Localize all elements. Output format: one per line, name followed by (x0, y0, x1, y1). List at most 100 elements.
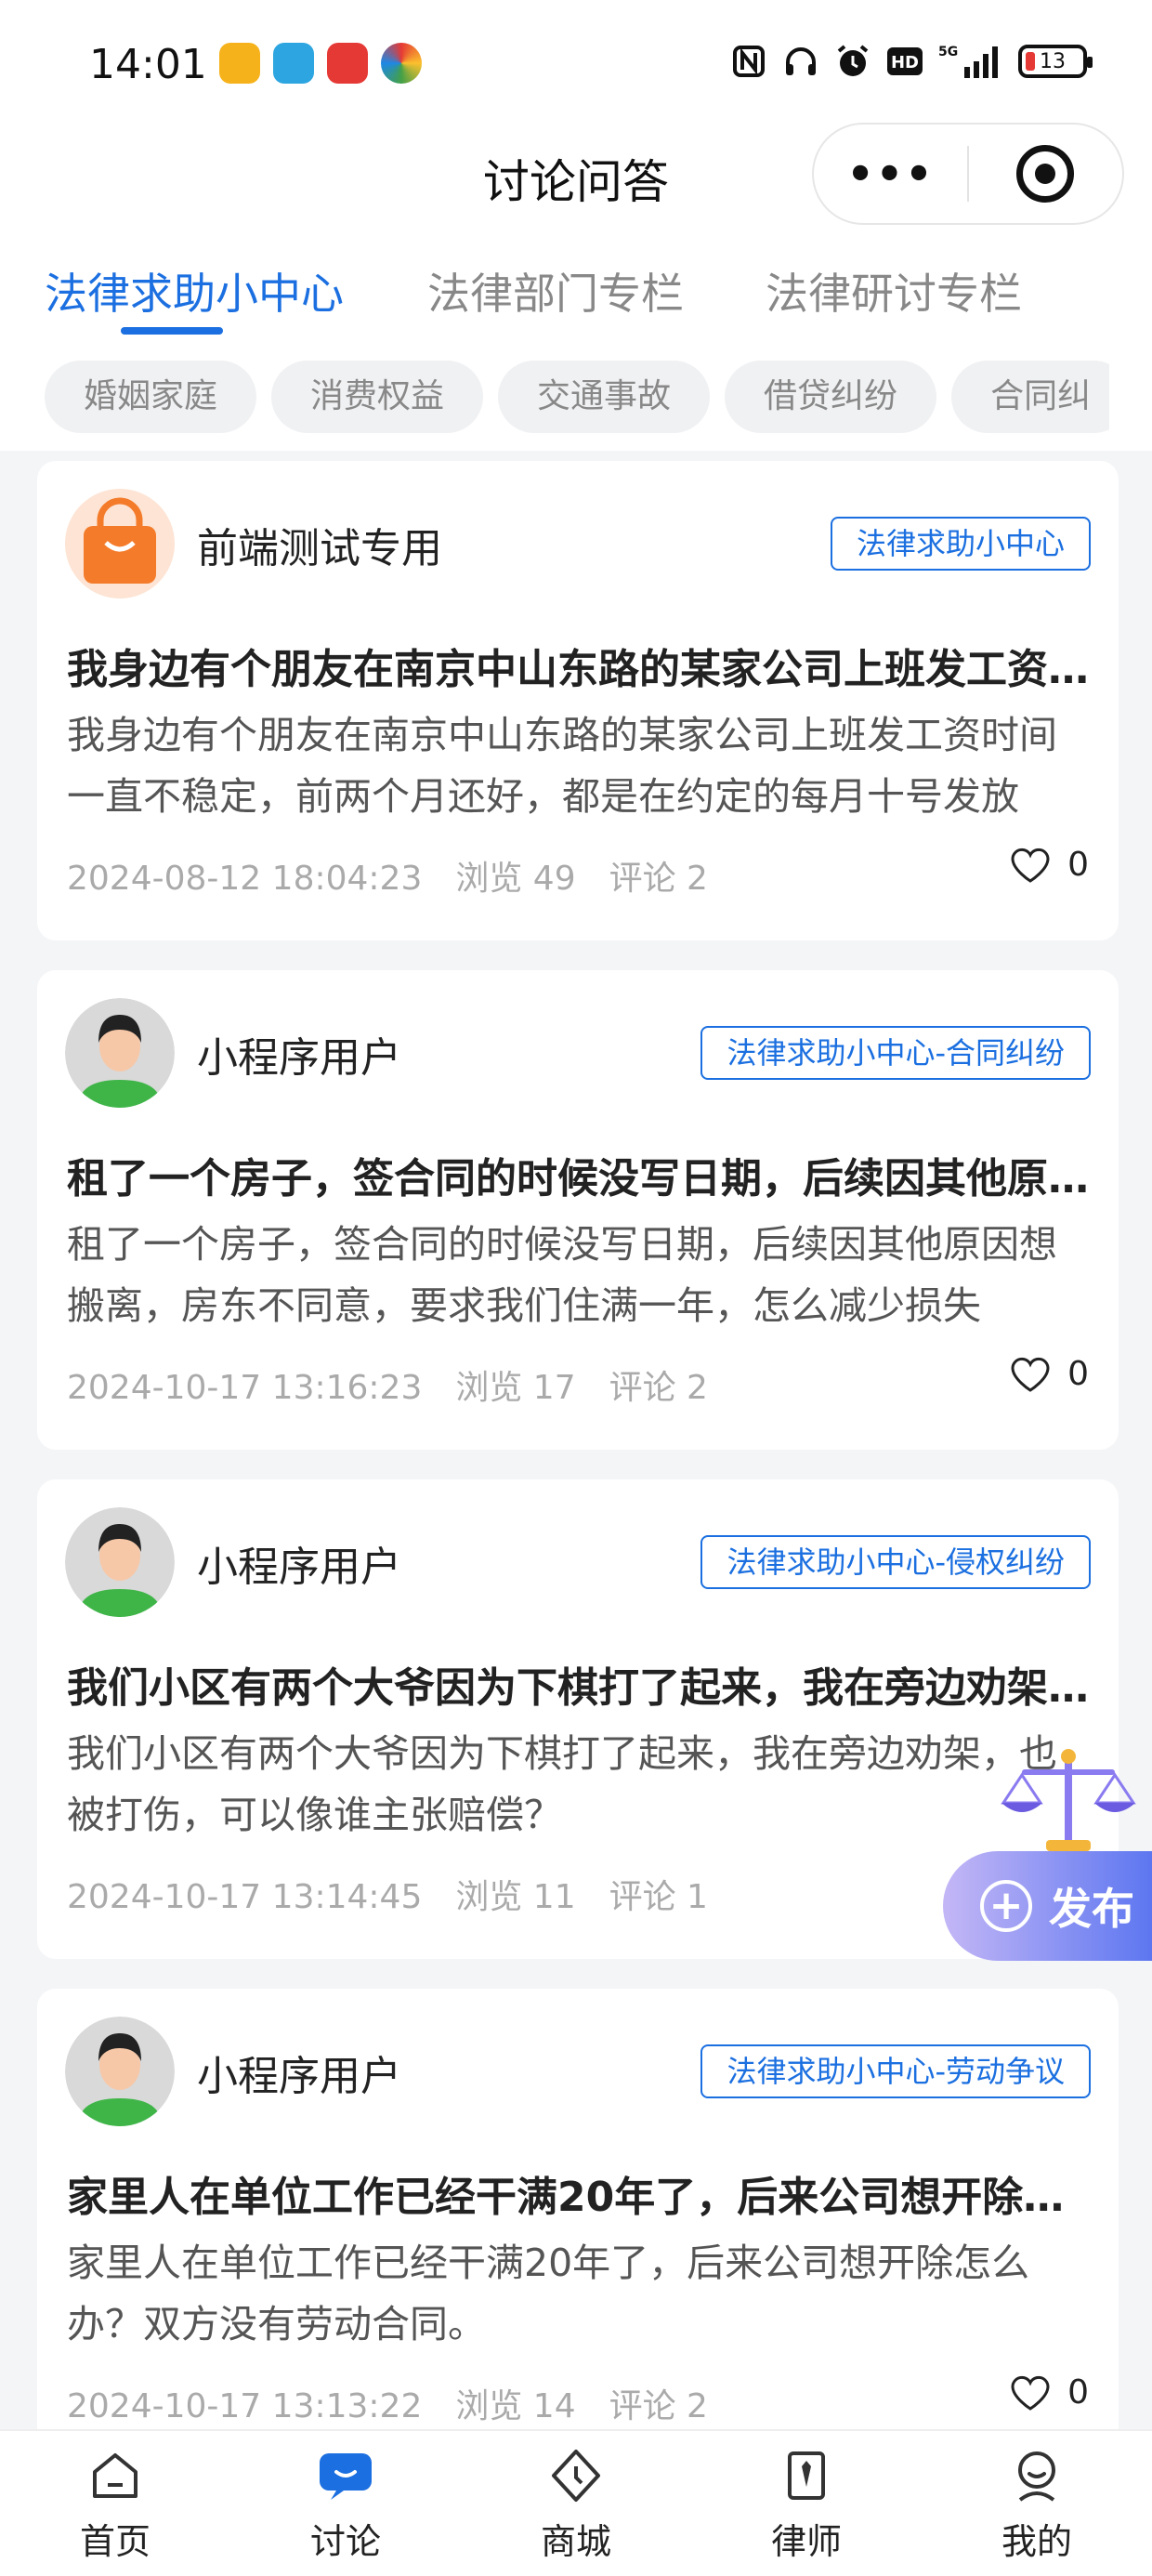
comment-count: 评论 1 (609, 1878, 708, 1916)
weibo-app-icon (219, 43, 260, 84)
like-count: 0 (1067, 2373, 1089, 2412)
tabbar-item-profile[interactable]: 我的 (922, 2431, 1152, 2576)
chat-icon (316, 2446, 375, 2505)
more-menu-button[interactable]: ••• (814, 149, 967, 199)
author-name[interactable]: 小程序用户 (197, 2043, 401, 2102)
chip-traffic-accident[interactable]: 交通事故 (498, 361, 711, 433)
tabbar-item-discussion[interactable]: 讨论 (230, 2431, 461, 2576)
publish-label: 发布 (1049, 1884, 1134, 1934)
notification-icons (219, 43, 422, 84)
page-header: 14:01 HD 5G 13 讨论问答 ••• 法律求助小中心 法律部门专栏 法… (0, 0, 1152, 451)
lawyer-icon (777, 2446, 836, 2505)
view-count: 浏览 49 (455, 860, 576, 898)
heart-icon (1011, 2375, 1050, 2411)
tabbar-item-shop[interactable]: 商城 (461, 2431, 691, 2576)
nfc-icon (730, 43, 767, 80)
post-date: 2024-10-17 13:16:23 (67, 1369, 423, 1407)
post-meta: 2024-10-17 13:13:22 浏览 14 评论 2 (67, 2379, 741, 2427)
post-meta: 2024-08-12 18:04:23 浏览 49 评论 2 (67, 851, 741, 900)
question-body: 我身边有个朋友在南京中山东路的某家公司上班发工资时间一直不稳定，前两个月还好，都… (67, 713, 1057, 819)
author-name[interactable]: 前端测试专用 (197, 515, 442, 574)
topic-chips: 婚姻家庭 消费权益 交通事故 借贷纠纷 合同纠 (45, 361, 1109, 437)
question-title[interactable]: 家里人在单位工作已经干满20年了，后来公司想开除怎么办？ (67, 2163, 1089, 2223)
tabbar-item-lawyer[interactable]: 律师 (691, 2431, 922, 2576)
chip-consumer-rights[interactable]: 消费权益 (271, 361, 484, 433)
justice-scale-icon (994, 1749, 1143, 1860)
alarm-icon (834, 43, 871, 80)
category-tag[interactable]: 法律求助小中心-合同纠纷 (700, 1026, 1091, 1080)
post-meta: 2024-10-17 13:14:45 浏览 11 评论 1 (67, 1870, 741, 1918)
active-tab-indicator (121, 327, 223, 335)
heart-icon (1011, 1357, 1050, 1392)
hd-icon: HD (886, 43, 923, 80)
like-button[interactable]: 0 (1010, 2373, 1089, 2412)
question-body: 我们小区有两个大爷因为下棋打了起来，我在旁边劝架，也被打伤，可以像谁主张赔偿？ (67, 1731, 1057, 1837)
author-name[interactable]: 小程序用户 (197, 1533, 401, 1593)
category-tabs: 法律求助小中心 法律部门专栏 法律研讨专栏 (0, 251, 1152, 353)
tabbar-label: 我的 (1001, 2521, 1072, 2562)
battery-icon: 13 (1018, 45, 1093, 78)
bank-app-icon (327, 43, 368, 84)
target-icon (1016, 145, 1075, 203)
avatar[interactable] (65, 489, 175, 598)
comment-count: 评论 2 (609, 2387, 708, 2425)
chip-loan-dispute[interactable]: 借贷纠纷 (725, 361, 937, 433)
post-date: 2024-10-17 13:13:22 (67, 2387, 423, 2425)
profile-icon (1007, 2446, 1067, 2505)
status-bar: 14:01 HD 5G 13 (0, 0, 1152, 139)
post-card[interactable]: 小程序用户 法律求助小中心-劳动争议 家里人在单位工作已经干满20年了，后来公司… (37, 1989, 1119, 2468)
svg-text:5G: 5G (938, 45, 958, 59)
chip-marriage-family[interactable]: 婚姻家庭 (45, 361, 257, 433)
tab-legal-department[interactable]: 法律部门专栏 (427, 260, 684, 322)
battery-level: 13 (1040, 49, 1066, 73)
post-date: 2024-10-17 13:14:45 (67, 1878, 423, 1916)
home-icon (85, 2446, 145, 2505)
shop-icon (546, 2446, 606, 2505)
chip-contract-dispute[interactable]: 合同纠 (951, 361, 1109, 433)
tabbar-label: 商城 (540, 2521, 611, 2562)
avatar[interactable] (65, 998, 175, 1108)
post-card[interactable]: 前端测试专用 法律求助小中心 我身边有个朋友在南京中山东路的某家公司上班发工资时… (37, 461, 1119, 940)
colorful-app-icon (381, 43, 422, 84)
close-miniprogram-button[interactable] (969, 145, 1122, 203)
miniprogram-capsule: ••• (812, 123, 1124, 225)
comment-count: 评论 2 (609, 1369, 708, 1407)
tabbar-item-home[interactable]: 首页 (0, 2431, 230, 2576)
heart-icon (1011, 848, 1050, 883)
system-status-icons: HD 5G 13 (730, 43, 1093, 80)
question-body: 租了一个房子，签合同的时候没写日期，后续因其他原因想搬离，房东不同意，要求我们住… (67, 1222, 1057, 1328)
signal-icon: 5G (938, 43, 1003, 80)
category-tag[interactable]: 法律求助小中心 (830, 517, 1091, 571)
category-tag[interactable]: 法律求助小中心-劳动争议 (700, 2044, 1091, 2098)
tab-legal-help-center[interactable]: 法律求助小中心 (45, 260, 344, 322)
plus-icon: + (980, 1880, 1032, 1932)
category-tag[interactable]: 法律求助小中心-侵权纠纷 (700, 1535, 1091, 1589)
post-card[interactable]: 小程序用户 法律求助小中心-合同纠纷 租了一个房子，签合同的时候没写日期，后续因… (37, 970, 1119, 1450)
like-button[interactable]: 0 (1010, 1355, 1089, 1393)
question-title[interactable]: 我们小区有两个大爷因为下棋打了起来，我在旁边劝架，也被打伤 (67, 1654, 1089, 1714)
author-name[interactable]: 小程序用户 (197, 1024, 401, 1084)
headphones-icon (782, 43, 819, 80)
like-count: 0 (1067, 1355, 1089, 1393)
telegram-app-icon (273, 43, 314, 84)
question-title[interactable]: 我身边有个朋友在南京中山东路的某家公司上班发工资时间一直不稳定 (67, 636, 1089, 695)
svg-text:HD: HD (891, 53, 919, 72)
question-title[interactable]: 租了一个房子，签合同的时候没写日期，后续因其他原因想搬离 (67, 1145, 1089, 1204)
like-count: 0 (1067, 846, 1089, 884)
view-count: 浏览 11 (455, 1878, 576, 1916)
status-time: 14:01 (89, 41, 207, 88)
comment-count: 评论 2 (609, 860, 708, 898)
question-body: 家里人在单位工作已经干满20年了，后来公司想开除怎么办？双方没有劳动合同。 (67, 2241, 1030, 2346)
tabbar-label: 讨论 (309, 2521, 381, 2562)
post-meta: 2024-10-17 13:16:23 浏览 17 评论 2 (67, 1360, 741, 1409)
view-count: 浏览 14 (455, 2387, 576, 2425)
avatar[interactable] (65, 1507, 175, 1617)
tab-legal-seminar[interactable]: 法律研讨专栏 (766, 260, 1022, 322)
like-button[interactable]: 0 (1010, 846, 1089, 884)
bottom-tab-bar: 首页 讨论 商城 律师 我的 (0, 2429, 1152, 2576)
publish-button[interactable]: + 发布 (943, 1851, 1152, 1961)
tabbar-label: 首页 (79, 2521, 151, 2562)
view-count: 浏览 17 (455, 1369, 576, 1407)
avatar[interactable] (65, 2017, 175, 2126)
post-date: 2024-08-12 18:04:23 (67, 860, 423, 898)
